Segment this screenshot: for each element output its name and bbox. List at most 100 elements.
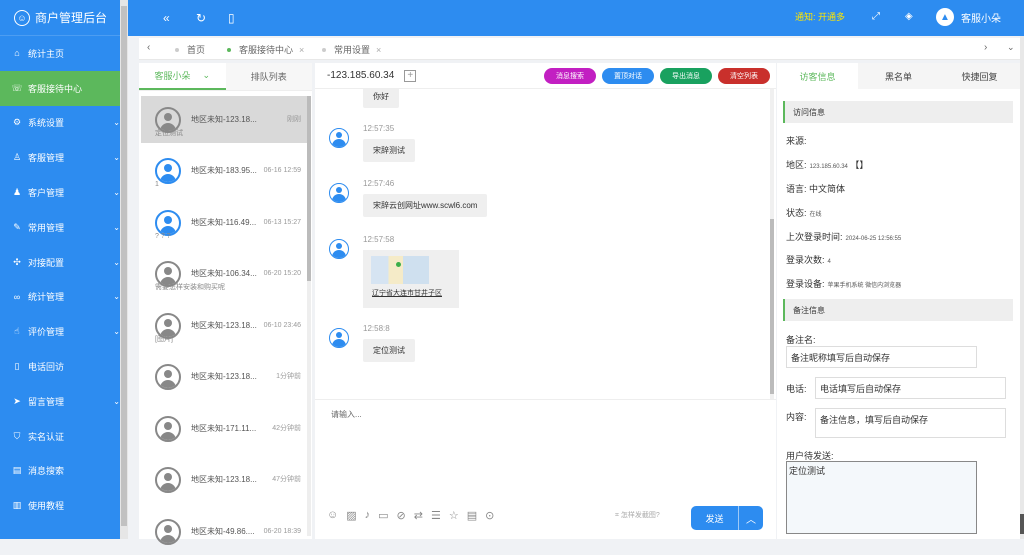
visitor-item[interactable]: 地区未知-123.18... 06-10 23:46 [图片] bbox=[141, 302, 307, 349]
visitor-scrollbar[interactable] bbox=[307, 96, 311, 536]
page-scrollbar[interactable] bbox=[1020, 36, 1024, 539]
location-card[interactable]: 辽宁省大连市甘井子区 bbox=[363, 250, 459, 308]
chat-toolbar: ☺ ▨ ♪ ▭ ⊘ ⇄ ☰ ☆ ▤ ⊙ bbox=[327, 509, 494, 522]
mic-icon[interactable]: ♪ bbox=[365, 509, 371, 522]
folder-icon[interactable]: ▭ bbox=[378, 509, 388, 522]
tab-agent[interactable]: 客服小朵 ⌄ bbox=[139, 63, 226, 90]
refresh-icon[interactable]: ↻ bbox=[196, 11, 206, 25]
collapse-icon[interactable]: « bbox=[163, 11, 170, 25]
sidebar-item-13[interactable]: ▥ 使用教程 bbox=[0, 488, 128, 523]
visitor-avatar-icon bbox=[155, 364, 181, 390]
sidebar-item-10[interactable]: ➤ 留言管理 ⌄ bbox=[0, 384, 128, 419]
tab-queue[interactable]: 排队列表 bbox=[225, 63, 312, 90]
visitor-scroll-thumb[interactable] bbox=[307, 96, 311, 281]
chat-action-button[interactable]: 置顶对话 bbox=[602, 68, 654, 84]
tab-info-0[interactable]: 访客信息 bbox=[777, 63, 858, 89]
sidebar-item-label: 使用教程 bbox=[28, 501, 65, 512]
visitor-time: 06-13 15:27 bbox=[263, 218, 301, 226]
sidebar-scroll-thumb[interactable] bbox=[121, 6, 127, 526]
block-icon[interactable]: ⊘ bbox=[397, 509, 406, 522]
message-time: 12:58:8 bbox=[363, 324, 390, 333]
notice-marquee[interactable]: 通知: 开通多 bbox=[795, 10, 845, 23]
sidebar-item-1[interactable]: ☏ 客服接待中心 bbox=[0, 70, 128, 106]
visitor-item[interactable]: 地区未知-123.18... 刚刚 定位测试 bbox=[141, 96, 307, 143]
invoice-icon[interactable]: ☰ bbox=[431, 509, 441, 522]
status-dot bbox=[322, 47, 326, 52]
transfer-icon[interactable]: ⇄ bbox=[414, 509, 423, 522]
add-icon[interactable]: + bbox=[404, 69, 417, 82]
message-body: 12:57:35 宋辞测试 bbox=[363, 124, 415, 162]
tab-info-1[interactable]: 黑名单 bbox=[858, 63, 939, 89]
users-icon: ♟ bbox=[12, 187, 22, 198]
pictures-icon[interactable]: ▤ bbox=[467, 509, 477, 522]
emoji-icon[interactable]: ☺ bbox=[327, 509, 338, 522]
visitor-row: 地区未知-171.11... 42分钟前 bbox=[191, 422, 301, 436]
visitor-name: 地区未知-171.11... bbox=[191, 423, 257, 433]
sidebar-scrollbar[interactable] bbox=[120, 0, 128, 539]
image-icon[interactable]: ▨ bbox=[346, 509, 356, 522]
chevron-down-icon: ⌄ bbox=[113, 292, 120, 302]
visitor-item[interactable]: 地区未知-116.49... 06-13 15:27 ? ? ? bbox=[141, 199, 307, 246]
visitor-item[interactable]: 地区未知-49.86.... 06-20 18:39 bbox=[141, 508, 307, 555]
tab-0[interactable]: 首页 bbox=[175, 43, 205, 56]
visitor-avatar-icon bbox=[155, 518, 181, 545]
tab-scroll-left-icon[interactable]: ‹ bbox=[147, 42, 150, 53]
sidebar-item-8[interactable]: ☝ 评价管理 ⌄ bbox=[0, 314, 128, 349]
visitor-last-message: ? ? ? bbox=[155, 232, 171, 240]
sidebar-item-11[interactable]: ⛉ 实名认证 bbox=[0, 419, 128, 454]
sidebar-item-5[interactable]: ✎ 常用管理 ⌄ bbox=[0, 210, 128, 245]
close-icon[interactable]: × bbox=[376, 45, 381, 55]
visitor-row: 地区未知-49.86.... 06-20 18:39 bbox=[191, 525, 301, 539]
user-menu[interactable]: ▲ 客服小朵 bbox=[936, 8, 1001, 26]
visitor-item[interactable]: 地区未知-106.34... 06-20 15:20 需要怎样安装和购买呢 bbox=[141, 251, 307, 298]
region-bracket: 【】 bbox=[850, 160, 869, 170]
sidebar-item-6[interactable]: ✣ 对接配置 ⌄ bbox=[0, 245, 128, 280]
chat-scrollbar[interactable] bbox=[770, 89, 774, 399]
mobile-icon[interactable]: ▯ bbox=[228, 11, 235, 25]
smile-logo-icon: ☺ bbox=[14, 9, 30, 26]
tab-agent-label: 客服小朵 bbox=[154, 71, 191, 81]
tab-info-2[interactable]: 快捷回复 bbox=[939, 63, 1020, 89]
map-address[interactable]: 辽宁省大连市甘井子区 bbox=[372, 288, 442, 298]
sidebar-item-3[interactable]: ♙ 客服管理 ⌄ bbox=[0, 140, 128, 175]
chat-action-button[interactable]: 导出消息 bbox=[660, 68, 712, 84]
sidebar-menu: ⌂ 统计主页 ☏ 客服接待中心 ⚙ 系统设置 ⌄ ♙ 客服管理 ⌄ ♟ 客户管理 ⌄ ✎ 常用管理 ⌄ ✣ 对接配… bbox=[0, 36, 128, 523]
tab-menu-chevron-icon[interactable]: ⌄ bbox=[1007, 42, 1015, 53]
location-icon[interactable]: ⊙ bbox=[485, 509, 494, 522]
note-name-input[interactable]: 备注昵称填写后自动保存 bbox=[786, 346, 977, 368]
sidebar-item-7[interactable]: ∞ 统计管理 ⌄ bbox=[0, 280, 128, 315]
fullscreen-icon[interactable]: ⤢ bbox=[872, 11, 880, 22]
send-button[interactable]: 发送 bbox=[691, 506, 739, 530]
screenshot-hint[interactable]: ⌗ 怎样发截图? bbox=[615, 510, 660, 520]
message-input[interactable]: 请输入... bbox=[331, 409, 362, 420]
close-icon[interactable]: × bbox=[299, 45, 304, 55]
page-scroll-thumb[interactable] bbox=[1020, 514, 1024, 534]
visitor-last-message: [图片] bbox=[155, 335, 173, 343]
chat-message: 12:57:46 宋辞云创网址www.scwl6.com bbox=[329, 179, 488, 217]
sidebar-item-9[interactable]: ▯ 电话回访 bbox=[0, 349, 128, 384]
edit-icon: ✎ bbox=[13, 221, 21, 232]
message-bubble: 宋辞云创网址www.scwl6.com bbox=[363, 194, 488, 217]
sidebar-item-2[interactable]: ⚙ 系统设置 ⌄ bbox=[0, 106, 128, 141]
send-options-chevron-icon[interactable]: ︿ bbox=[739, 506, 763, 530]
phone-input[interactable]: 电话填写后自动保存 bbox=[815, 377, 1006, 399]
sidebar-item-0[interactable]: ⌂ 统计主页 bbox=[0, 36, 128, 71]
visitor-item[interactable]: 地区未知-123.18... 47分钟前 bbox=[141, 457, 307, 504]
sidebar-item-4[interactable]: ♟ 客户管理 ⌄ bbox=[0, 175, 128, 210]
tab-2[interactable]: 常用设置 × bbox=[322, 43, 381, 56]
visitor-item[interactable]: 地区未知-171.11... 42分钟前 bbox=[141, 405, 307, 452]
tab-1[interactable]: 客服接待中心 × bbox=[227, 43, 304, 56]
visitor-item[interactable]: 地区未知-183.95... 06-16 12:59 1 bbox=[141, 148, 307, 195]
chat-scroll-thumb[interactable] bbox=[770, 219, 774, 394]
visitor-item[interactable]: 地区未知-123.18... 1分钟前 bbox=[141, 354, 307, 401]
content-input[interactable]: 备注信息，填写后自动保存 bbox=[815, 408, 1006, 438]
layers-icon[interactable]: ◈ bbox=[905, 11, 913, 22]
chat-action-button[interactable]: 消息搜索 bbox=[544, 68, 596, 84]
chat-action-button[interactable]: 清空列表 bbox=[718, 68, 770, 84]
device-label: 登录设备: bbox=[786, 279, 825, 289]
star-icon[interactable]: ☆ bbox=[449, 509, 459, 522]
sidebar-item-12[interactable]: ▤ 消息搜索 bbox=[0, 454, 128, 489]
tab-scroll-right-icon[interactable]: › bbox=[984, 42, 987, 53]
chevron-down-icon: ⌄ bbox=[113, 153, 120, 163]
pending-textarea[interactable]: 定位测试 bbox=[786, 461, 977, 534]
